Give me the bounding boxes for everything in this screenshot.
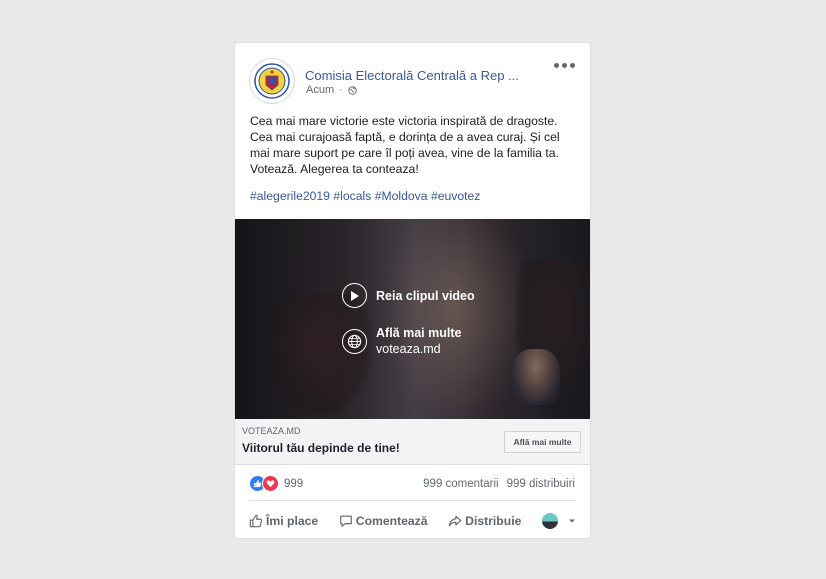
profile-avatar-icon bbox=[541, 513, 558, 529]
cec-logo-icon bbox=[254, 63, 290, 99]
share-label: Distribuie bbox=[465, 514, 522, 528]
engagement-counts: 999 comentarii 999 distribuiri bbox=[423, 478, 575, 490]
meta-separator: · bbox=[339, 84, 343, 96]
caret-down-icon bbox=[568, 519, 575, 523]
video-player[interactable]: Reia clipul video Află mai multe voteaza… bbox=[235, 219, 590, 419]
like-button[interactable]: Îmi place bbox=[249, 514, 318, 528]
link-title: Viitorul tău depinde de tine! bbox=[242, 441, 400, 455]
reactions-summary[interactable]: 999 bbox=[249, 475, 303, 492]
hashtag-link[interactable]: #Moldova bbox=[375, 189, 428, 203]
share-arrow-icon bbox=[448, 515, 462, 527]
comments-count-link[interactable]: 999 comentarii bbox=[423, 478, 498, 490]
learn-more-text: Află mai multe voteaza.md bbox=[376, 325, 461, 357]
link-preview[interactable]: VOTEAZA.MD Viitorul tău depinde de tine!… bbox=[235, 419, 590, 465]
comment-label: Comentează bbox=[355, 514, 428, 528]
more-dot-icon bbox=[553, 62, 559, 68]
learn-more-label: Află mai multe bbox=[376, 326, 462, 340]
post-header: Comisia Electorală Centrală a Rep ... Ac… bbox=[235, 43, 590, 113]
hashtag-link[interactable]: #alegerile2019 bbox=[250, 189, 330, 203]
video-end-overlay bbox=[235, 219, 590, 419]
post-hashtags: #alegerile2019 #locals #Moldova #euvotez bbox=[250, 189, 480, 203]
post-meta: Acum · bbox=[306, 84, 357, 96]
page-name-link[interactable]: Comisia Electorală Centrală a Rep ... bbox=[305, 68, 540, 83]
learn-more-overlay-button[interactable]: Află mai multe voteaza.md bbox=[342, 325, 461, 357]
post-as-selector[interactable] bbox=[541, 513, 576, 529]
love-reaction-icon bbox=[262, 475, 279, 492]
globe-icon bbox=[342, 328, 367, 354]
actions-divider bbox=[249, 500, 576, 501]
share-button[interactable]: Distribuie bbox=[448, 514, 521, 528]
page-avatar[interactable] bbox=[249, 58, 295, 104]
play-icon bbox=[342, 283, 367, 308]
learn-more-url: voteaza.md bbox=[376, 342, 441, 356]
comment-icon bbox=[339, 515, 352, 527]
learn-more-cta-button[interactable]: Află mai multe bbox=[504, 431, 581, 453]
like-label: Îmi place bbox=[266, 514, 319, 528]
post-actions-bar: Îmi place Comentează Distribuie bbox=[249, 507, 576, 535]
link-domain: VOTEAZA.MD bbox=[242, 426, 301, 436]
comment-button[interactable]: Comentează bbox=[339, 514, 428, 528]
replay-video-button[interactable]: Reia clipul video bbox=[342, 283, 475, 308]
replay-label: Reia clipul video bbox=[376, 288, 475, 303]
shares-count-link[interactable]: 999 distribuiri bbox=[507, 478, 575, 490]
globe-icon bbox=[348, 85, 357, 95]
more-options-button[interactable] bbox=[552, 57, 576, 73]
hashtag-link[interactable]: #locals bbox=[333, 189, 371, 203]
more-dot-icon bbox=[569, 62, 575, 68]
reaction-count: 999 bbox=[284, 477, 304, 490]
hashtag-link[interactable]: #euvotez bbox=[431, 189, 480, 203]
thumbs-up-icon bbox=[249, 514, 263, 528]
more-dot-icon bbox=[561, 62, 567, 68]
post-card: Comisia Electorală Centrală a Rep ... Ac… bbox=[234, 42, 591, 539]
post-timestamp[interactable]: Acum bbox=[306, 84, 334, 96]
post-body: Cea mai mare victorie este victoria insp… bbox=[250, 114, 560, 176]
